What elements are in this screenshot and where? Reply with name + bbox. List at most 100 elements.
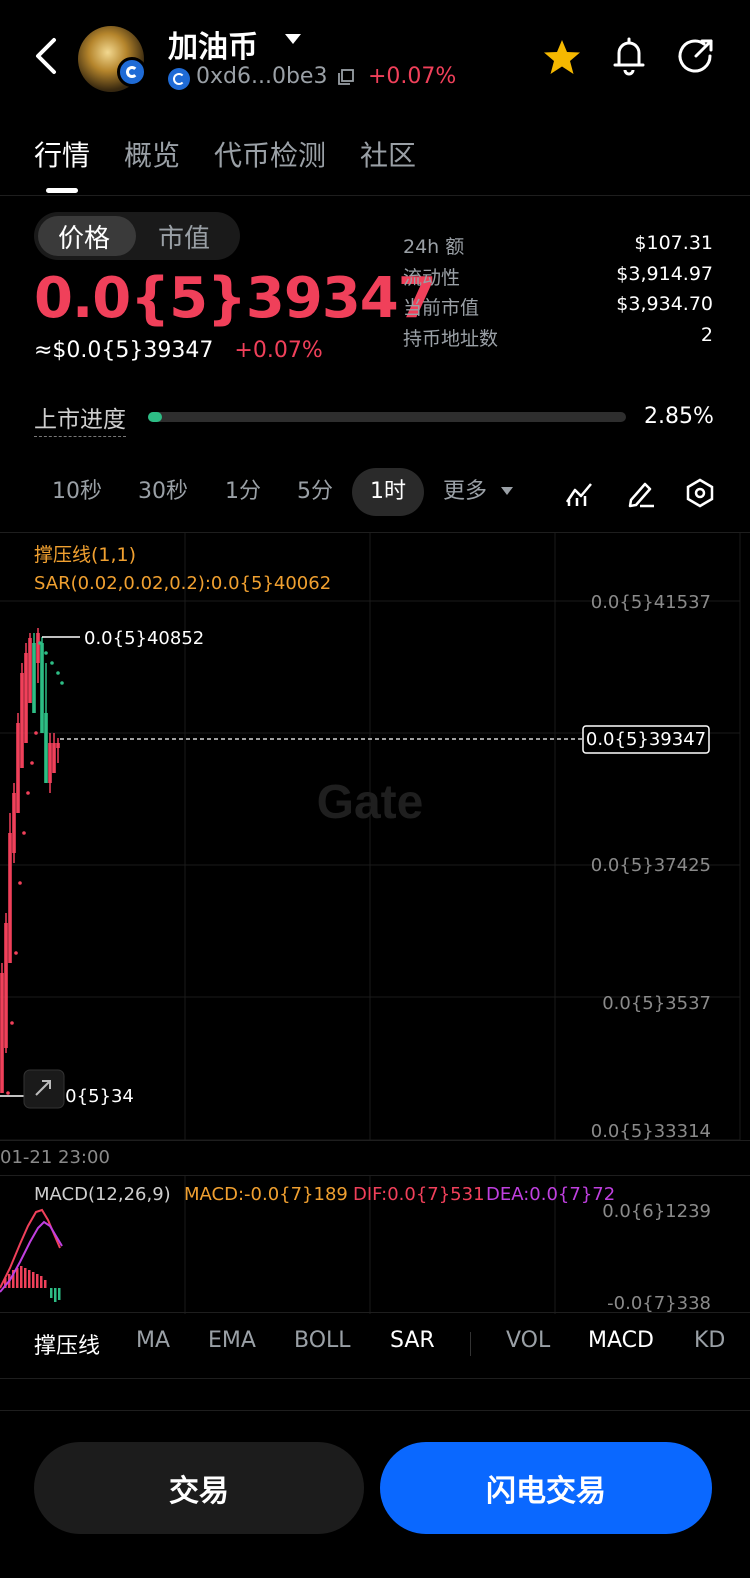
sar-dot (14, 951, 18, 955)
tab-market[interactable]: 行情 (34, 134, 90, 174)
tab-token-check[interactable]: 代币检测 (214, 134, 326, 174)
x-axis-time-label: 01-21 23:00 (0, 1147, 110, 1168)
flash-trade-button[interactable]: 闪电交易 (380, 1442, 712, 1534)
macd-y-bottom: -0.0{7}338 (607, 1293, 711, 1314)
macd-title: MACD(12,26,9) (34, 1184, 171, 1205)
star-icon[interactable] (542, 38, 582, 76)
candle-body (8, 833, 12, 963)
interval-5m[interactable]: 5分 (282, 468, 348, 516)
sar-dot (50, 661, 54, 665)
share-icon[interactable] (676, 36, 716, 76)
sar-dot (60, 681, 64, 685)
stat-label: 持币地址数 (403, 327, 499, 350)
stat-value: $3,934.70 (616, 293, 713, 315)
sar-dot (6, 1091, 10, 1095)
pen-draw-icon[interactable] (626, 478, 656, 508)
ind-support-resistance[interactable]: 撑压线 (34, 1328, 100, 1360)
stat-label: 当前市值 (403, 297, 480, 319)
interval-1h[interactable]: 1时 (352, 468, 424, 516)
macd-bar (28, 1270, 31, 1288)
chart-watermark: Gate (317, 776, 424, 829)
macd-bar (20, 1266, 23, 1288)
dea-value: DEA:0.0{7}72 (486, 1184, 615, 1205)
candle-body (48, 743, 52, 783)
candle-body (44, 713, 48, 783)
chevron-down-icon[interactable] (285, 34, 301, 44)
indicator-separator (470, 1332, 471, 1356)
divider (0, 1378, 750, 1379)
candle-body (20, 673, 24, 768)
chain-badge-icon (117, 57, 147, 87)
stat-value: 2 (700, 323, 713, 346)
toggle-price[interactable]: 价格 (58, 218, 110, 255)
price-change: +0.07% (234, 338, 323, 363)
contract-address: 0xd6...0be3 (196, 64, 328, 89)
token-title: 加油币 (168, 30, 258, 65)
tab-overview[interactable]: 概览 (124, 134, 180, 174)
macd-bar (44, 1280, 47, 1288)
chain-icon (168, 68, 190, 90)
sar-dot (22, 831, 26, 835)
macd-histogram (4, 1266, 61, 1302)
divider (0, 195, 750, 196)
expand-chart-icon[interactable] (23, 1069, 65, 1109)
ind-kd[interactable]: KD (694, 1328, 725, 1353)
candle-body (16, 723, 20, 813)
macd-bar (58, 1288, 61, 1300)
stats-panel: 24h 额 $107.31 流动性 $3,914.97 当前市值 $3,934.70 … (403, 232, 713, 354)
more-caret-icon (501, 487, 513, 495)
tab-community[interactable]: 社区 (360, 134, 416, 174)
interval-10s[interactable]: 10秒 (34, 468, 120, 516)
ind-vol[interactable]: VOL (506, 1328, 550, 1353)
settings-hex-icon[interactable] (685, 478, 715, 508)
sar-dot (10, 1021, 14, 1025)
candle-body (52, 743, 56, 773)
candle-body (0, 973, 4, 1093)
sar-dot (30, 761, 34, 765)
candle-body (4, 923, 8, 1048)
listing-progress-label[interactable]: 上市进度 (34, 400, 126, 437)
ind-ema[interactable]: EMA (208, 1328, 256, 1353)
interval-more[interactable]: 更多 (434, 468, 496, 516)
divider (0, 1312, 750, 1313)
y-axis-label: 0.0{5}37425 (591, 855, 711, 876)
header-change: +0.07% (368, 64, 457, 89)
candlestick-chart[interactable]: Gate 撑压线(1,1) SAR(0.02,0.02,0.2):0.0{5}4… (0, 533, 750, 1143)
main-tabs: 行情 概览 代币检测 社区 (34, 134, 450, 174)
macd-value: MACD:-0.0{7}189 (184, 1184, 348, 1205)
current-price: 0.0{5}39347 (34, 266, 437, 331)
y-axis-label: 0.0{5}3537 (602, 993, 711, 1014)
ind-sar[interactable]: SAR (390, 1328, 435, 1353)
listing-progress-track (148, 412, 626, 422)
macd-bar (24, 1268, 27, 1288)
stat-label: 流动性 (403, 266, 461, 289)
y-axis-label: 0.0{5}33314 (591, 1121, 711, 1142)
toggle-market-cap[interactable]: 市值 (158, 218, 210, 255)
active-tab-indicator (46, 188, 78, 193)
candle-group (0, 628, 60, 1093)
bell-icon[interactable] (610, 36, 648, 76)
macd-bar (50, 1288, 53, 1298)
candle-body (28, 638, 32, 703)
y-axis-label: 0.0{5}41537 (591, 592, 711, 613)
sar-dot (18, 881, 22, 885)
interval-30s[interactable]: 30秒 (120, 468, 206, 516)
candle-body (36, 633, 40, 663)
chart-grid (0, 533, 741, 1141)
ind-boll[interactable]: BOLL (294, 1328, 351, 1353)
macd-bar (36, 1274, 39, 1288)
ind-macd[interactable]: MACD (588, 1328, 654, 1353)
indicator-chart-icon[interactable] (564, 478, 594, 508)
candle-body (32, 643, 36, 713)
sar-dot (34, 731, 38, 735)
candle-body (24, 653, 28, 743)
dif-value: DIF:0.0{7}531 (353, 1184, 485, 1205)
interval-1m[interactable]: 1分 (210, 468, 276, 516)
stat-value: $107.31 (634, 232, 713, 254)
back-arrow-icon[interactable] (30, 36, 64, 76)
copy-icon[interactable] (338, 69, 354, 85)
sar-dot (56, 671, 60, 675)
listing-progress-fill (148, 412, 162, 422)
ind-ma[interactable]: MA (136, 1328, 170, 1353)
trade-button[interactable]: 交易 (34, 1442, 364, 1534)
